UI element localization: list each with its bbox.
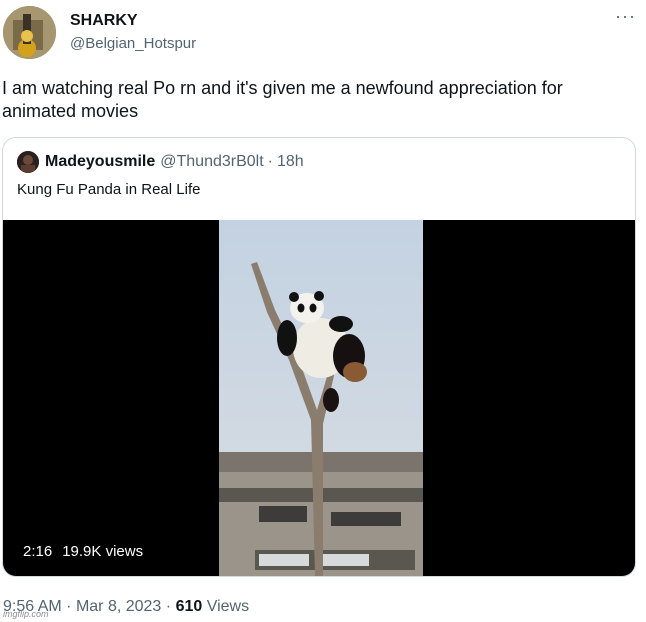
views-count: 610: [175, 598, 203, 615]
video-player[interactable]: 2:16 19.9K views: [3, 220, 635, 576]
video-views: 19.9K views: [62, 543, 144, 560]
video-duration: 2:16: [23, 543, 53, 560]
quote-text: Kung Fu Panda in Real Life: [17, 181, 201, 198]
imgflip-watermark: imgflip.com: [3, 609, 49, 619]
author-avatar[interactable]: [3, 6, 56, 59]
footer-separator: ·: [165, 598, 172, 615]
quote-avatar[interactable]: [17, 151, 39, 173]
quote-header: Madeyousmile @Thund3rB0lt · 18h: [17, 151, 304, 173]
quote-author-name[interactable]: Madeyousmile: [45, 153, 155, 171]
quote-separator: ·: [267, 153, 273, 170]
more-options-icon[interactable]: ···: [615, 6, 636, 27]
quoted-tweet[interactable]: Madeyousmile @Thund3rB0lt · 18h Kung Fu …: [2, 137, 636, 577]
footer-separator: ·: [66, 598, 72, 615]
avatar-image: [3, 6, 56, 59]
tweet-text: I am watching real Po rn and it's given …: [2, 78, 563, 121]
video-stats: 2:16 19.9K views: [23, 543, 143, 560]
quote-time[interactable]: 18h: [277, 153, 304, 171]
panda-video-thumbnail: [219, 220, 423, 576]
video-frame[interactable]: [219, 220, 423, 576]
author-block: SHARKY @Belgian_Hotspur: [70, 11, 196, 54]
quote-author-handle[interactable]: @Thund3rB0lt: [160, 153, 263, 171]
author-handle[interactable]: @Belgian_Hotspur: [70, 34, 196, 54]
tweet-date[interactable]: Mar 8, 2023: [76, 598, 161, 615]
author-name[interactable]: SHARKY: [70, 11, 196, 31]
views-label: Views: [206, 598, 250, 615]
quote-avatar-image: [17, 151, 39, 173]
